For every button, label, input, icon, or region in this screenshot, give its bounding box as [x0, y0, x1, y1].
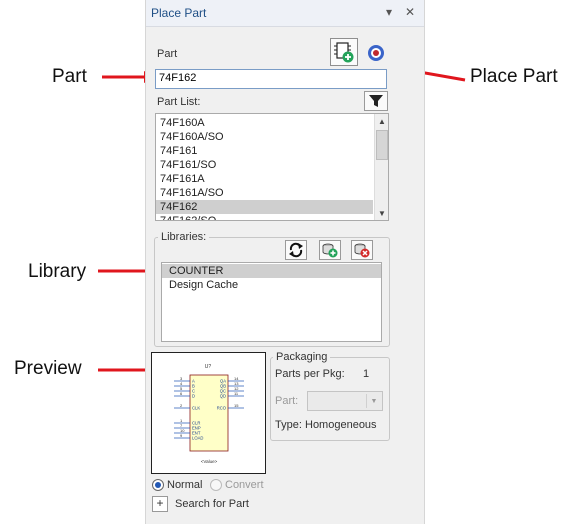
packaging-group: Packaging Parts per Pkg: 1 Part: ▼ Type:… — [270, 351, 390, 441]
pin-number: 11 — [234, 391, 239, 396]
convert-radio[interactable] — [210, 479, 222, 491]
refresh-libraries-button[interactable] — [285, 240, 307, 260]
search-for-part-label[interactable]: Search for Part — [175, 498, 249, 510]
refresh-icon — [289, 242, 303, 258]
list-item[interactable]: Design Cache — [162, 278, 381, 292]
list-item[interactable]: COUNTER — [162, 264, 381, 278]
parts-per-pkg-value: 1 — [363, 368, 370, 380]
list-item[interactable]: 74F160A/SO — [156, 130, 373, 144]
list-item[interactable]: 74F161 — [156, 144, 373, 158]
filter-button[interactable] — [364, 91, 388, 111]
list-item[interactable]: 74F161A/SO — [156, 186, 373, 200]
libraries-group: Libraries: COUNTER Design Cache — [154, 231, 390, 347]
libraries-list-rows: COUNTER Design Cache — [162, 264, 381, 292]
part-label: Part — [157, 48, 178, 60]
place-part-button[interactable] — [330, 38, 358, 66]
pin-number: 2 — [180, 403, 183, 408]
pin-number: 15 — [234, 403, 239, 408]
type-value: Homogeneous — [305, 419, 377, 431]
filter-icon — [369, 95, 383, 107]
value-label: <Value> — [201, 459, 218, 464]
part-select-label: Part: — [275, 395, 299, 407]
part-input[interactable]: 74F162 — [155, 69, 387, 89]
part-list-scrollbar[interactable]: ▲ ▼ — [374, 114, 388, 220]
type-label: Type: — [275, 419, 302, 431]
scroll-up-icon[interactable]: ▲ — [375, 114, 388, 128]
target-icon — [368, 45, 384, 61]
libraries-label: Libraries: — [158, 231, 210, 243]
panel-title: Place Part — [151, 6, 207, 20]
libraries-list[interactable]: COUNTER Design Cache — [161, 262, 382, 342]
part-list-rows: 74F160A 74F160A/SO 74F161 74F161/SO 74F161A 7… — [156, 116, 373, 220]
remove-library-button[interactable] — [351, 240, 373, 260]
pin-number: 6 — [180, 391, 183, 396]
list-item[interactable]: 74F160A — [156, 116, 373, 130]
parts-per-pkg-label: Parts per Pkg: — [275, 368, 345, 380]
list-item[interactable]: 74F162 — [156, 200, 373, 214]
convert-radio-label: Convert — [225, 479, 264, 491]
expand-search-button[interactable]: + — [152, 496, 168, 512]
part-select[interactable]: ▼ — [307, 391, 383, 411]
part-preview: U? 3 A 4 B 5 C 6 D 2 CLK 1 CLR 7 ENP 10 ENT 9 LOAD 14 QA 13 QB… — [151, 352, 266, 474]
ref-designator: U? — [205, 364, 212, 370]
place-part-panel: Place Part ▾ ✕ Part 74F162 Part List: 74… — [145, 0, 425, 524]
place-part-icon — [334, 42, 354, 63]
list-item[interactable]: 74F161/SO — [156, 158, 373, 172]
scroll-down-icon[interactable]: ▼ — [375, 206, 388, 220]
part-list-label: Part List: — [157, 96, 201, 108]
remove-library-icon — [354, 243, 370, 258]
panel-titlebar: Place Part ▾ ✕ — [146, 0, 424, 27]
add-library-button[interactable] — [319, 240, 341, 260]
part-list[interactable]: 74F160A 74F160A/SO 74F161 74F161/SO 74F161A 7… — [155, 113, 389, 221]
close-icon[interactable]: ✕ — [405, 5, 415, 19]
list-item[interactable]: 74F161A — [156, 172, 373, 186]
pin-number: 9 — [180, 433, 183, 438]
list-item[interactable]: 74F162/SO — [156, 214, 373, 220]
pin-name: LOAD — [192, 436, 203, 441]
pin-dropdown-icon[interactable]: ▾ — [386, 5, 392, 19]
pin-name: RCO — [217, 406, 227, 411]
chevron-down-icon: ▼ — [366, 394, 381, 408]
normal-radio-label: Normal — [167, 479, 203, 491]
normal-radio[interactable] — [152, 479, 164, 491]
pin-name: D — [192, 394, 195, 399]
pin-name: QD — [220, 394, 226, 399]
schematic-symbol: U?3 A4 B5 C6 D2 CLK1 CLR7 ENP10 ENT9 LOAD14QA 13QB… — [174, 364, 244, 464]
place-database-part-button[interactable] — [366, 43, 386, 63]
pin-name: CLK — [192, 406, 200, 411]
scroll-thumb[interactable] — [376, 130, 388, 160]
packaging-label: Packaging — [273, 351, 331, 363]
add-library-icon — [322, 243, 338, 258]
radio-dot — [155, 482, 161, 488]
